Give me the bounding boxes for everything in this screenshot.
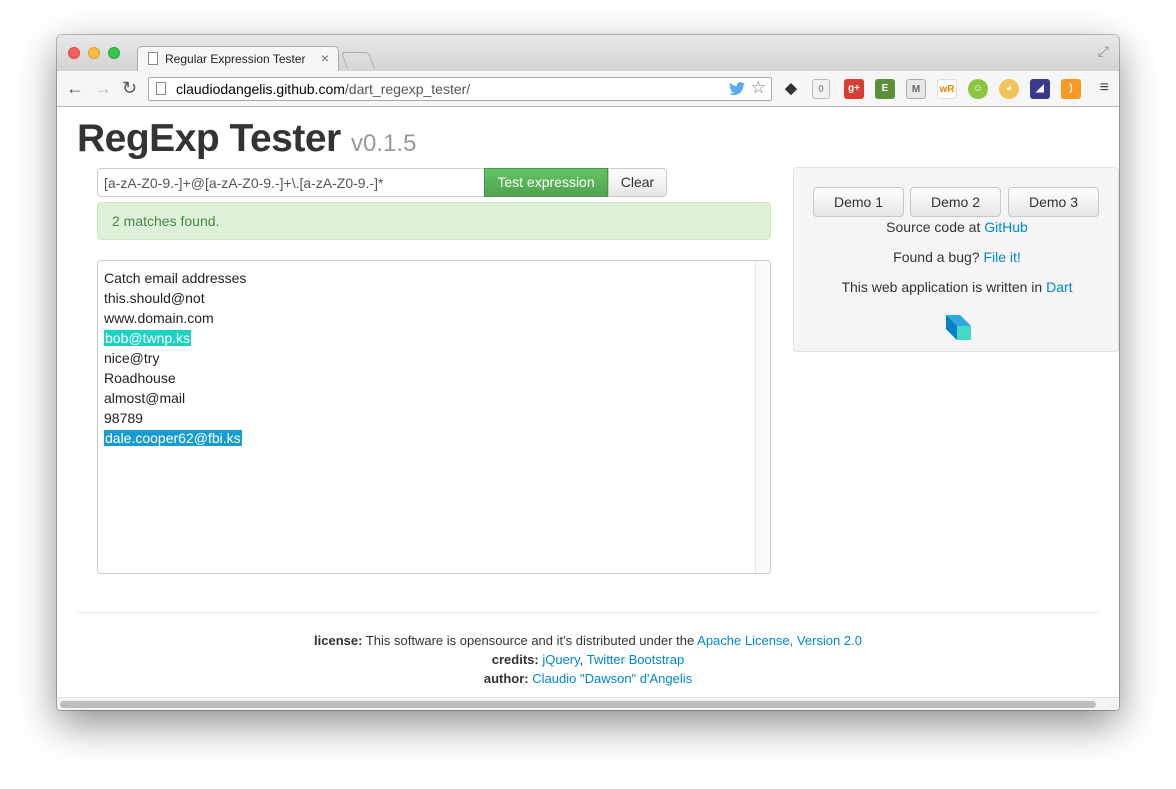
green-extension-icon[interactable]: ☺ bbox=[968, 79, 988, 99]
clear-button[interactable]: Clear bbox=[608, 168, 667, 197]
text-line: dale.cooper62@fbi.ks bbox=[104, 428, 246, 448]
author-line: author: Claudio "Dawson" d'Angelis bbox=[483, 671, 693, 686]
regex-input[interactable] bbox=[97, 168, 485, 197]
google-plus-extension-icon[interactable]: g+ bbox=[844, 79, 864, 99]
bug-report-line: Found a bug? File it! bbox=[893, 249, 1021, 265]
twitter-icon[interactable] bbox=[729, 78, 745, 102]
author-link[interactable]: Claudio "Dawson" d'Angelis bbox=[532, 671, 692, 686]
source-code-line: Source code at GitHub bbox=[886, 219, 1028, 235]
new-tab-button[interactable] bbox=[340, 52, 376, 69]
footer: license: This software is opensource and… bbox=[57, 631, 1119, 688]
cookie-extension-icon[interactable]: ◕ bbox=[999, 79, 1019, 99]
window-zoom-button[interactable] bbox=[108, 47, 120, 59]
github-link[interactable]: GitHub bbox=[984, 219, 1028, 235]
page-content: RegExp Tester v0.1.5 Test expression Cle… bbox=[57, 107, 1119, 710]
rss-icon[interactable]: ) bbox=[1061, 79, 1081, 99]
address-bar[interactable]: claudiodangelis.github.com/dart_regexp_t… bbox=[148, 77, 772, 101]
title-bar: Regular Expression Tester × ⤢ bbox=[57, 35, 1119, 71]
forward-icon[interactable]: → bbox=[94, 78, 112, 98]
textarea-scrollbar[interactable] bbox=[755, 261, 770, 573]
test-text-lines: Catch email addresses this.should@not ww… bbox=[104, 268, 246, 448]
mail-extension-icon[interactable]: M bbox=[906, 79, 926, 99]
page-icon bbox=[156, 82, 166, 95]
sidebar-panel: Demo 1 Demo 2 Demo 3 Source code at GitH… bbox=[793, 167, 1119, 352]
text-line: nice@try bbox=[104, 350, 160, 366]
text-line: bob@twnp.ks bbox=[104, 328, 246, 348]
version-label: v0.1.5 bbox=[351, 130, 417, 157]
text-line: www.domain.com bbox=[104, 310, 214, 326]
twitter-bootstrap-link[interactable]: Twitter Bootstrap bbox=[587, 652, 685, 667]
test-text-area[interactable]: Catch email addresses this.should@not ww… bbox=[97, 260, 771, 574]
menu-icon[interactable]: ≡ bbox=[1100, 79, 1109, 97]
text-line: 98789 bbox=[104, 410, 143, 426]
footer-divider bbox=[77, 612, 1099, 613]
license-line: license: This software is opensource and… bbox=[314, 633, 862, 648]
text-line: this.should@not bbox=[104, 290, 205, 306]
demo-3-button[interactable]: Demo 3 bbox=[1008, 187, 1099, 217]
demo-2-button[interactable]: Demo 2 bbox=[910, 187, 1001, 217]
match-highlight: bob@twnp.ks bbox=[104, 330, 192, 346]
horizontal-scrollbar[interactable] bbox=[57, 697, 1119, 710]
text-line: Roadhouse bbox=[104, 370, 176, 386]
back-icon[interactable]: ← bbox=[66, 78, 84, 98]
text-line: almost@mail bbox=[104, 390, 186, 406]
browser-tab[interactable]: Regular Expression Tester × bbox=[137, 46, 339, 71]
test-expression-button[interactable]: Test expression bbox=[484, 168, 608, 197]
page-icon bbox=[148, 52, 158, 65]
window-minimize-button[interactable] bbox=[88, 47, 100, 59]
counter-extension-icon[interactable]: 0 bbox=[812, 79, 830, 99]
dart-logo-icon bbox=[946, 315, 971, 340]
page-title: RegExp Tester v0.1.5 bbox=[77, 117, 417, 160]
evernote-extension-icon[interactable]: E bbox=[875, 79, 895, 99]
browser-window: Regular Expression Tester × ⤢ ← → ↻ clau… bbox=[57, 35, 1119, 710]
wordreference-extension-icon[interactable]: wR bbox=[937, 79, 957, 99]
tab-close-icon[interactable]: × bbox=[321, 50, 329, 66]
window-close-button[interactable] bbox=[68, 47, 80, 59]
text-line: Catch email addresses bbox=[104, 270, 247, 286]
browser-toolbar: ← → ↻ claudiodangelis.github.com/dart_re… bbox=[57, 71, 1119, 107]
tab-title: Regular Expression Tester bbox=[165, 52, 306, 66]
file-bug-link[interactable]: File it! bbox=[983, 249, 1020, 265]
url-text: claudiodangelis.github.com/dart_regexp_t… bbox=[176, 81, 471, 97]
reload-icon[interactable]: ↻ bbox=[122, 78, 137, 98]
scrollbar-thumb[interactable] bbox=[60, 701, 1096, 708]
written-in-line: This web application is written in Dart bbox=[841, 279, 1073, 295]
demo-1-button[interactable]: Demo 1 bbox=[813, 187, 904, 217]
purple-extension-icon[interactable]: ◢ bbox=[1030, 79, 1050, 99]
apache-license-link[interactable]: Apache License, Version 2.0 bbox=[697, 633, 862, 648]
credits-line: credits: jQuery, Twitter Bootstrap bbox=[491, 652, 685, 667]
fullscreen-icon[interactable]: ⤢ bbox=[1098, 43, 1109, 60]
jquery-link[interactable]: jQuery bbox=[542, 652, 579, 667]
bookmark-star-icon[interactable]: ☆ bbox=[751, 77, 766, 99]
match-result-alert: 2 matches found. bbox=[97, 202, 771, 240]
layers-extension-icon[interactable]: ◆ bbox=[781, 79, 801, 99]
match-highlight: dale.cooper62@fbi.ks bbox=[104, 430, 242, 446]
dart-link[interactable]: Dart bbox=[1046, 279, 1072, 295]
